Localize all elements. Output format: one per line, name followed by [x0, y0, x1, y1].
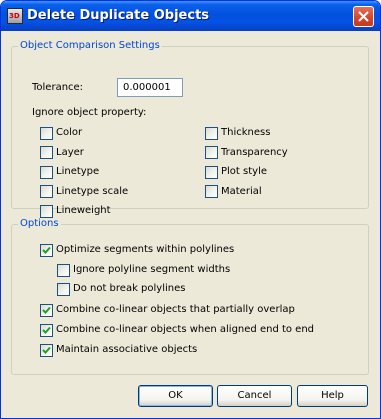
ignore-polyline-segment-widths-checkbox-label: Ignore polyline segment widths: [73, 264, 231, 275]
ignore-property-label: Ignore object property:: [32, 107, 147, 118]
ignore-lineweight-checkbox-label: Lineweight: [56, 205, 111, 216]
ok-button[interactable]: OK: [138, 385, 213, 407]
ignore-material-checkbox[interactable]: Material: [205, 185, 262, 199]
ignore-layer-checkbox-box[interactable]: [40, 146, 53, 159]
combine-co-linear-objects-when-aligned-end-to-end-checkbox[interactable]: Combine co-linear objects when aligned e…: [40, 323, 314, 337]
ignore-linetype-checkbox-box[interactable]: [40, 165, 53, 179]
close-x-icon: [358, 11, 369, 22]
checkmark-icon: [42, 346, 51, 354]
window-title: Delete Duplicate Objects: [27, 8, 210, 23]
ignore-thickness-checkbox-label: Thickness: [221, 127, 271, 138]
ignore-plot-style-checkbox-box[interactable]: [205, 165, 218, 179]
do-not-break-polylines-checkbox-box[interactable]: [57, 282, 70, 296]
help-button[interactable]: Help: [297, 385, 368, 407]
optimize-segments-within-polylines-checkbox-label: Optimize segments within polylines: [56, 244, 235, 255]
ignore-polyline-segment-widths-checkbox-box[interactable]: [57, 263, 70, 277]
ignore-color-checkbox[interactable]: Color: [40, 126, 82, 140]
close-button[interactable]: [353, 6, 374, 27]
ignore-lineweight-checkbox[interactable]: Lineweight: [40, 204, 111, 218]
ignore-linetype-scale-checkbox[interactable]: Linetype scale: [40, 185, 128, 199]
options-title: Options: [18, 218, 61, 230]
ignore-thickness-checkbox[interactable]: Thickness: [205, 126, 270, 140]
comparison-settings-group: Object Comparison Settings Tolerance: 0.…: [11, 40, 369, 218]
ignore-linetype-scale-checkbox-box[interactable]: [40, 185, 53, 198]
ignore-layer-checkbox-label: Layer: [56, 146, 84, 158]
app-icon: 3D: [7, 8, 23, 24]
ignore-layer-checkbox[interactable]: Layer: [40, 146, 84, 160]
tolerance-label: Tolerance:: [32, 82, 84, 93]
ignore-material-checkbox-label: Material: [221, 185, 262, 197]
do-not-break-polylines-checkbox[interactable]: Do not break polylines: [57, 282, 185, 296]
ignore-lineweight-checkbox-box[interactable]: [40, 204, 53, 218]
combine-co-linear-objects-when-aligned-end-to-end-checkbox-label: Combine co-linear objects when aligned e…: [56, 324, 315, 335]
comparison-settings-title: Object Comparison Settings: [18, 40, 162, 52]
ignore-transparency-checkbox-box[interactable]: [205, 146, 218, 159]
ignore-thickness-checkbox-box[interactable]: [205, 126, 218, 140]
ignore-linetype-checkbox[interactable]: Linetype: [40, 165, 99, 179]
ignore-transparency-checkbox-label: Transparency: [221, 146, 288, 158]
ignore-plot-style-checkbox-label: Plot style: [221, 166, 268, 177]
maintain-associative-objects-checkbox-box[interactable]: [40, 343, 53, 357]
title-bar[interactable]: 3D Delete Duplicate Objects: [1, 1, 380, 31]
combine-co-linear-objects-that-partially-overlap-checkbox-box[interactable]: [40, 303, 53, 317]
maintain-associative-objects-checkbox[interactable]: Maintain associative objects: [40, 343, 197, 357]
options-group: Options Optimize segments within polylin…: [11, 218, 369, 375]
tolerance-value: 0.000001: [123, 82, 171, 93]
ignore-transparency-checkbox[interactable]: Transparency: [205, 146, 288, 160]
ignore-linetype-scale-checkbox-label: Linetype scale: [56, 185, 129, 197]
combine-co-linear-objects-when-aligned-end-to-end-checkbox-box[interactable]: [40, 323, 53, 337]
ignore-plot-style-checkbox[interactable]: Plot style: [205, 165, 267, 179]
optimize-segments-within-polylines-checkbox[interactable]: Optimize segments within polylines: [40, 243, 234, 257]
combine-co-linear-objects-that-partially-overlap-checkbox[interactable]: Combine co-linear objects that partially…: [40, 303, 295, 317]
ignore-material-checkbox-box[interactable]: [205, 185, 218, 198]
checkmark-icon: [42, 326, 51, 334]
cancel-button[interactable]: Cancel: [217, 385, 292, 407]
ignore-color-checkbox-label: Color: [56, 127, 83, 138]
combine-co-linear-objects-that-partially-overlap-checkbox-label: Combine co-linear objects that partially…: [56, 304, 295, 315]
checkmark-icon: [42, 306, 51, 314]
checkmark-icon: [42, 246, 51, 254]
maintain-associative-objects-checkbox-label: Maintain associative objects: [56, 344, 198, 355]
do-not-break-polylines-checkbox-label: Do not break polylines: [73, 283, 186, 294]
delete-duplicate-objects-dialog: 3D Delete Duplicate Objects Object Compa…: [0, 0, 381, 419]
ignore-linetype-checkbox-label: Linetype: [56, 166, 100, 177]
dialog-client: Object Comparison Settings Tolerance: 0.…: [4, 31, 377, 416]
optimize-segments-within-polylines-checkbox-box[interactable]: [40, 243, 53, 257]
ignore-color-checkbox-box[interactable]: [40, 126, 53, 140]
tolerance-input[interactable]: 0.000001: [117, 78, 183, 97]
ignore-polyline-segment-widths-checkbox[interactable]: Ignore polyline segment widths: [57, 263, 230, 277]
